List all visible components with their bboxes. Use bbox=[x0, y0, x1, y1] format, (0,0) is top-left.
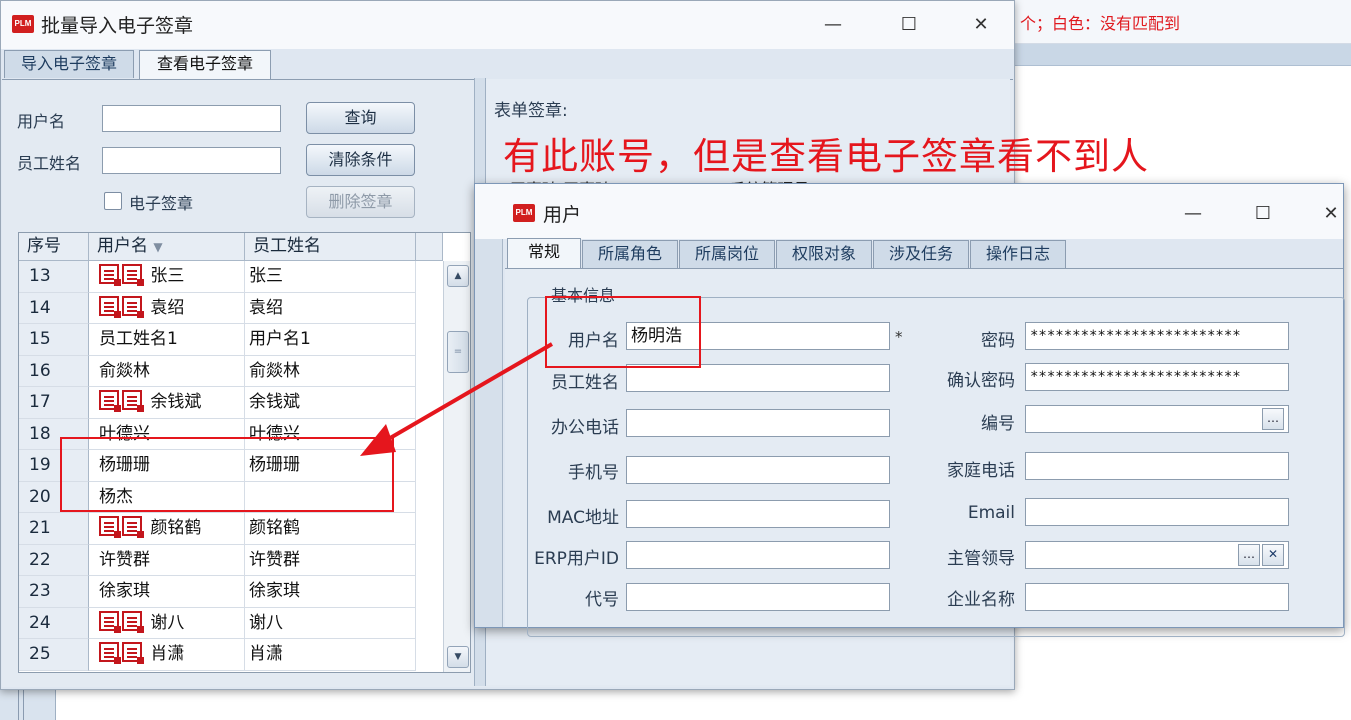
annotation-arrow-icon bbox=[360, 342, 554, 456]
